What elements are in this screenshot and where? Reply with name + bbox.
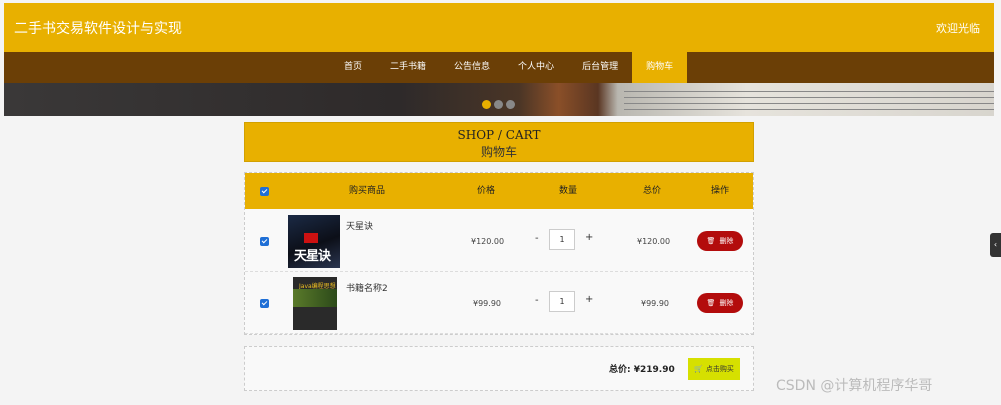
header-action: 操作 [711, 186, 730, 196]
main-nav: 首页 二手书籍 公告信息 个人中心 后台管理 购物车 [4, 52, 994, 83]
site-title: 二手书交易软件设计与实现 [14, 21, 182, 37]
nav-item-books[interactable]: 二手书籍 [376, 52, 440, 83]
increase-button[interactable]: + [585, 232, 593, 243]
watermark: CSDN @计算机程序华哥 [776, 378, 933, 394]
item-price: ¥99.90 [473, 299, 501, 308]
row-checkbox[interactable] [260, 237, 269, 246]
header-quantity: 数量 [559, 186, 578, 196]
item-total: ¥99.90 [641, 299, 669, 308]
decrease-button[interactable]: - [535, 295, 539, 306]
header-price: 价格 [477, 186, 496, 196]
cover-title: 天星诀 [294, 249, 331, 264]
book-name[interactable]: 书籍名称2 [346, 281, 388, 294]
table-row: 天星诀 天星诀 ¥120.00 - 1 + ¥120.00 🗑 删除 [245, 210, 753, 272]
welcome-text: 欢迎光临 [936, 22, 980, 35]
cart-table: 购买商品 价格 数量 总价 操作 天星诀 天星诀 ¥120.00 - 1 + ¥… [244, 172, 754, 335]
buy-button[interactable]: 🛒 点击购买 [688, 358, 740, 380]
book-cover-image[interactable]: 天星诀 [288, 215, 340, 268]
delete-label: 删除 [719, 299, 734, 307]
increase-button[interactable]: + [585, 294, 593, 305]
cart-icon: 🛒 [694, 365, 703, 373]
item-price: ¥120.00 [471, 237, 505, 246]
quantity-input[interactable]: 1 [549, 229, 575, 250]
header-product: 购买商品 [349, 186, 386, 196]
trash-icon: 🗑 [706, 299, 716, 307]
item-total: ¥120.00 [637, 237, 671, 246]
nav-item-notices[interactable]: 公告信息 [440, 52, 504, 83]
nav-item-home[interactable]: 首页 [330, 52, 376, 83]
row-checkbox[interactable] [260, 299, 269, 308]
cart-table-header: 购买商品 价格 数量 总价 操作 [245, 173, 753, 209]
cart-title-banner: SHOP / CART 购物车 [244, 122, 754, 162]
nav-item-profile[interactable]: 个人中心 [504, 52, 568, 83]
total-value: ¥219.90 [633, 365, 675, 375]
quantity-stepper: - 1 + [535, 229, 599, 251]
book-cover-image[interactable]: Java编程思想 [293, 277, 337, 330]
delete-button[interactable]: 🗑 删除 [697, 293, 743, 313]
total-price: 总价: ¥219.90 [609, 362, 675, 375]
side-collapse-tab[interactable]: ‹ [990, 233, 1001, 257]
table-row: Java编程思想 书籍名称2 ¥99.90 - 1 + ¥99.90 🗑 删除 [245, 272, 753, 334]
carousel-dots [482, 100, 515, 109]
total-label: 总价: [609, 365, 631, 375]
nav-item-admin[interactable]: 后台管理 [568, 52, 632, 83]
delete-button[interactable]: 🗑 删除 [697, 231, 743, 251]
quantity-input[interactable]: 1 [549, 291, 575, 312]
cart-title-cn: 购物车 [480, 145, 517, 159]
trash-icon: 🗑 [706, 237, 716, 245]
carousel-dot[interactable] [494, 100, 503, 109]
decrease-button[interactable]: - [535, 233, 539, 244]
cart-summary: 总价: ¥219.90 🛒 点击购买 [244, 346, 754, 391]
book-name[interactable]: 天星诀 [346, 219, 373, 232]
quantity-stepper: - 1 + [535, 291, 599, 313]
delete-label: 删除 [719, 237, 734, 245]
nav-item-cart[interactable]: 购物车 [632, 52, 688, 83]
carousel-dot[interactable] [482, 100, 491, 109]
banner-carousel [4, 83, 994, 116]
top-header: 二手书交易软件设计与实现 欢迎光临 [4, 3, 994, 52]
carousel-dot[interactable] [506, 100, 515, 109]
select-all-checkbox[interactable] [260, 187, 269, 196]
header-total: 总价 [643, 186, 662, 196]
cart-title-en: SHOP / CART [457, 128, 541, 142]
buy-label: 点击购买 [705, 365, 734, 373]
